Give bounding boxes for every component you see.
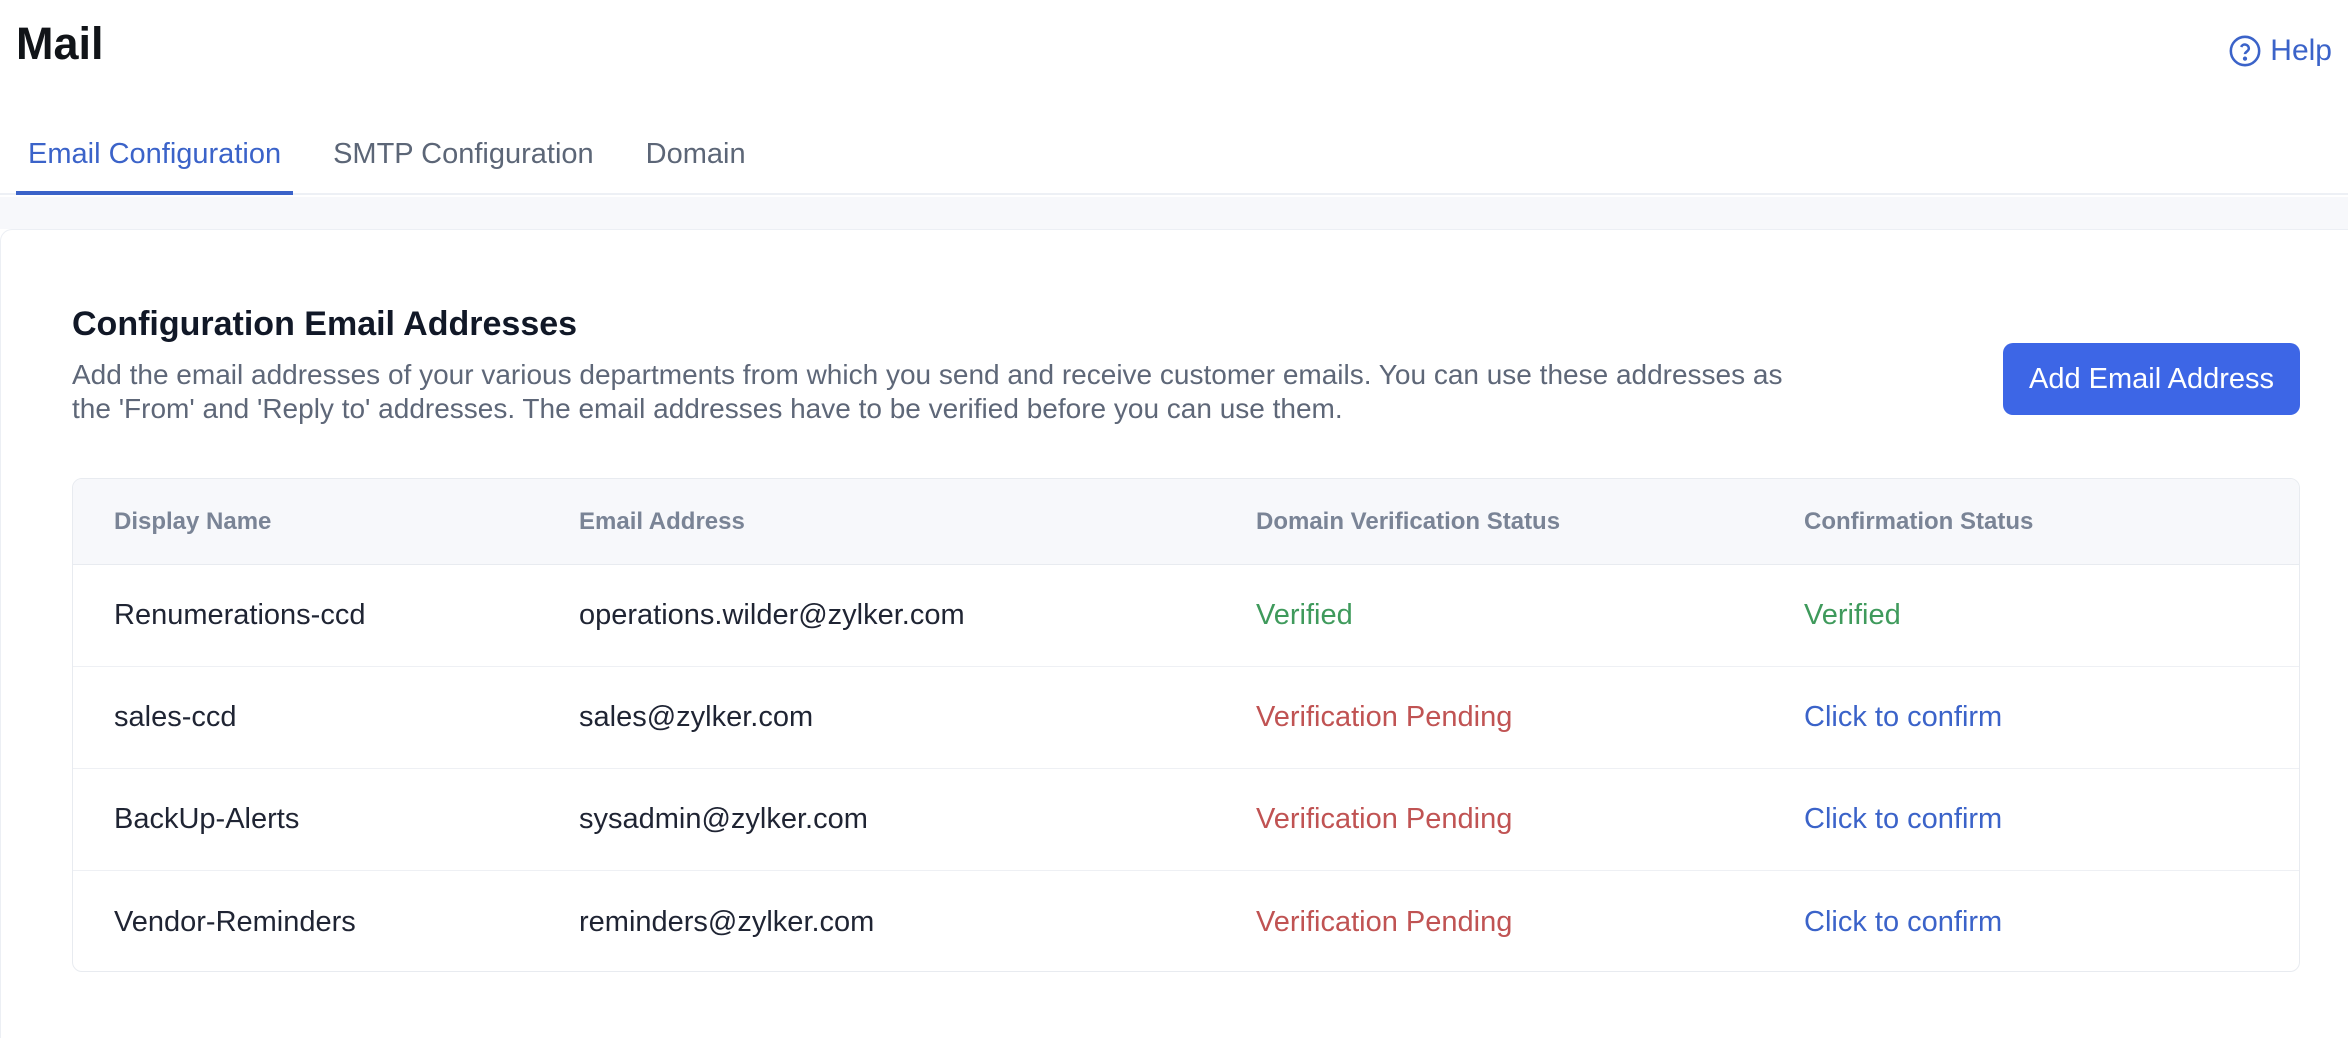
click-to-confirm-link[interactable]: Click to confirm <box>1804 906 2002 939</box>
display-name-cell: sales-ccd <box>114 701 237 733</box>
display-name-cell: Renumerations-ccd <box>114 599 366 631</box>
email-address-cell: sysadmin@zylker.com <box>579 803 868 835</box>
content-band <box>0 197 2348 229</box>
header-domain-verification-status: Domain Verification Status <box>1256 507 1561 535</box>
email-addresses-table: Display Name Email Address Domain Verifi… <box>72 478 2300 972</box>
tab-domain[interactable]: Domain <box>634 132 758 195</box>
page-title: Mail <box>16 18 104 69</box>
help-link[interactable]: Help <box>2228 34 2332 68</box>
tab-bar: Email Configuration SMTP Configuration D… <box>0 132 2348 195</box>
table-row[interactable]: Vendor-Reminders reminders@zylker.com Ve… <box>73 871 2299 971</box>
header-email-address: Email Address <box>579 507 745 535</box>
click-to-confirm-link[interactable]: Click to confirm <box>1804 701 2002 734</box>
header-confirmation-status: Confirmation Status <box>1804 507 2034 535</box>
tab-smtp-configuration[interactable]: SMTP Configuration <box>321 132 606 195</box>
section-title: Configuration Email Addresses <box>72 305 578 343</box>
email-address-cell: reminders@zylker.com <box>579 905 875 938</box>
table-row[interactable]: sales-ccd sales@zylker.com Verification … <box>73 667 2299 769</box>
table-row[interactable]: Renumerations-ccd operations.wilder@zylk… <box>73 565 2299 667</box>
help-circle-icon <box>2229 35 2261 67</box>
click-to-confirm-link[interactable]: Click to confirm <box>1804 803 2002 836</box>
domain-status-cell: Verification Pending <box>1256 701 1513 733</box>
domain-status-cell: Verification Pending <box>1256 803 1513 835</box>
domain-status-cell: Verified <box>1256 599 1353 631</box>
confirmation-status-cell: Verified <box>1804 599 1901 631</box>
domain-status-cell: Verification Pending <box>1256 905 1513 938</box>
add-email-address-button[interactable]: Add Email Address <box>2003 343 2300 415</box>
display-name-cell: Vendor-Reminders <box>114 905 356 938</box>
table-row[interactable]: BackUp-Alerts sysadmin@zylker.com Verifi… <box>73 769 2299 871</box>
mail-settings-page: Mail Help Email Configuration SMTP Confi… <box>0 0 2348 1038</box>
tab-email-configuration[interactable]: Email Configuration <box>16 132 294 195</box>
header-display-name: Display Name <box>114 507 272 535</box>
email-address-cell: sales@zylker.com <box>579 701 814 733</box>
email-address-cell: operations.wilder@zylker.com <box>579 599 965 631</box>
section-description: Add the email addresses of your various … <box>72 359 1783 424</box>
help-label: Help <box>2270 34 2332 67</box>
display-name-cell: BackUp-Alerts <box>114 803 300 835</box>
table-header: Display Name Email Address Domain Verifi… <box>73 479 2299 565</box>
